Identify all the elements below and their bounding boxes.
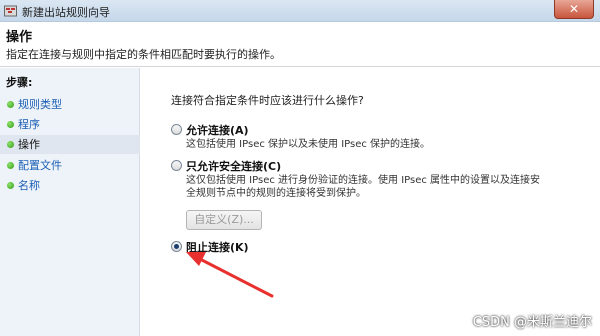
watermark: CSDN @米斯兰迪尔 (472, 315, 592, 330)
annotation-arrow-icon (186, 252, 274, 298)
